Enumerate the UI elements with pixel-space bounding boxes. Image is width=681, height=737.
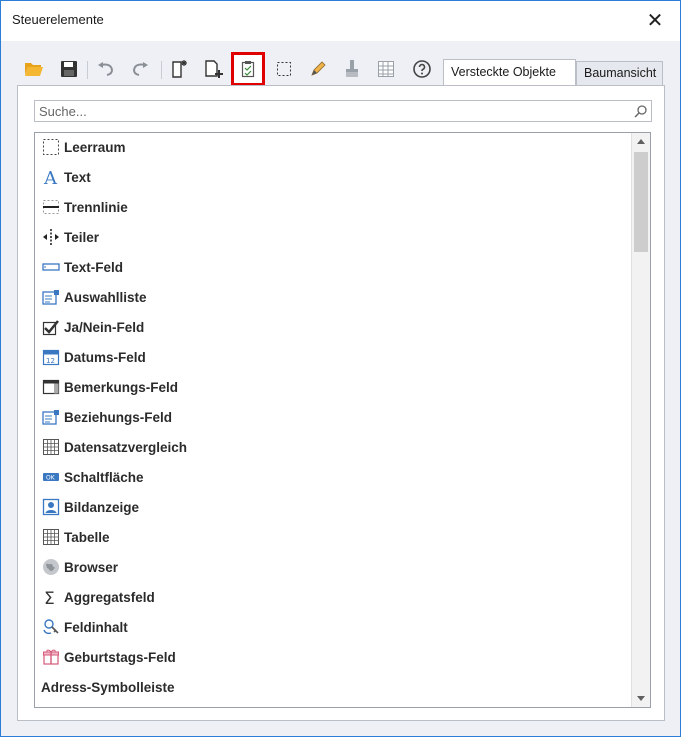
help-icon[interactable] (409, 55, 435, 83)
record-grid-icon (41, 437, 61, 457)
tab-tree-view[interactable]: Baumansicht (576, 61, 663, 85)
search-box (34, 100, 652, 122)
splitter-icon (41, 227, 61, 247)
table-icon (41, 527, 61, 547)
list-item[interactable]: Bildanzeige (41, 494, 621, 520)
dashed-box-icon (41, 137, 61, 157)
relation-icon (41, 407, 61, 427)
list-item[interactable]: Leerraum (41, 134, 621, 160)
list-item[interactable]: Text-Feld (41, 254, 621, 280)
gift-icon (41, 647, 61, 667)
memo-icon (41, 377, 61, 397)
window-title: Steuerelemente (12, 12, 104, 27)
list-item[interactable]: A Text (41, 164, 621, 190)
list-item[interactable]: Geburtstags-Feld (41, 644, 621, 670)
tab-hidden-objects[interactable]: Versteckte Objekte (443, 59, 576, 85)
list-item[interactable]: Beziehungs-Feld (41, 404, 621, 430)
scrollbar-thumb[interactable] (634, 152, 648, 252)
list-item[interactable]: OK Schaltfläche (41, 464, 621, 490)
list-item[interactable]: Adress-Symbolleiste (41, 674, 621, 700)
scroll-up-icon[interactable] (632, 133, 650, 150)
new-page-icon[interactable] (167, 55, 193, 83)
select-rectangle-icon[interactable] (271, 55, 297, 83)
brush-icon[interactable] (339, 55, 365, 83)
field-content-icon (41, 617, 61, 637)
save-icon[interactable] (56, 55, 82, 83)
clipboard-check-icon[interactable] (231, 52, 265, 86)
list-item[interactable]: 12 Datums-Feld (41, 344, 621, 370)
ok-button-icon: OK (41, 467, 61, 487)
list-item[interactable]: Datensatzvergleich (41, 434, 621, 460)
vertical-scrollbar[interactable] (631, 133, 650, 707)
dropdown-list-icon (41, 287, 61, 307)
text-a-icon: A (41, 167, 61, 187)
pencil-icon[interactable] (305, 55, 331, 83)
list-item[interactable]: Browser (41, 554, 621, 580)
controls-window: Steuerelemente ✕ Versteckte Objekte Baum… (0, 0, 681, 737)
list-item[interactable]: Feldinhalt (41, 614, 621, 640)
svg-text:Σ: Σ (44, 589, 55, 606)
list-item[interactable]: Auswahlliste (41, 284, 621, 310)
globe-icon (41, 557, 61, 577)
open-folder-icon[interactable] (21, 55, 47, 83)
svg-text:12: 12 (46, 357, 55, 365)
grid-icon[interactable] (373, 55, 399, 83)
list-item[interactable]: Ja/Nein-Feld (41, 314, 621, 340)
search-input[interactable] (37, 102, 631, 120)
svg-text:A: A (43, 168, 58, 186)
list-item[interactable]: Tabelle (41, 524, 621, 550)
sigma-icon: Σ (41, 587, 61, 607)
list-item[interactable]: Bemerkungs-Feld (41, 374, 621, 400)
divider-line-icon (41, 197, 61, 217)
add-page-icon[interactable] (201, 55, 227, 83)
controls-list: Leerraum A Text Trennlinie Teiler Text-F… (34, 132, 651, 708)
calendar-icon: 12 (41, 347, 61, 367)
picture-icon (41, 497, 61, 517)
svg-text:OK: OK (46, 475, 56, 482)
list-item[interactable]: Σ Aggregatsfeld (41, 584, 621, 610)
search-icon[interactable] (634, 104, 648, 123)
list-item[interactable]: Trennlinie (41, 194, 621, 220)
checkbox-icon (41, 317, 61, 337)
list-item[interactable]: Teiler (41, 224, 621, 250)
close-icon[interactable]: ✕ (640, 5, 670, 35)
title-bar: Steuerelemente ✕ (1, 1, 680, 41)
scroll-down-icon[interactable] (632, 690, 650, 707)
controls-panel: Leerraum A Text Trennlinie Teiler Text-F… (17, 85, 665, 721)
redo-icon[interactable] (127, 55, 153, 83)
textbox-icon (41, 257, 61, 277)
undo-icon[interactable] (93, 55, 119, 83)
